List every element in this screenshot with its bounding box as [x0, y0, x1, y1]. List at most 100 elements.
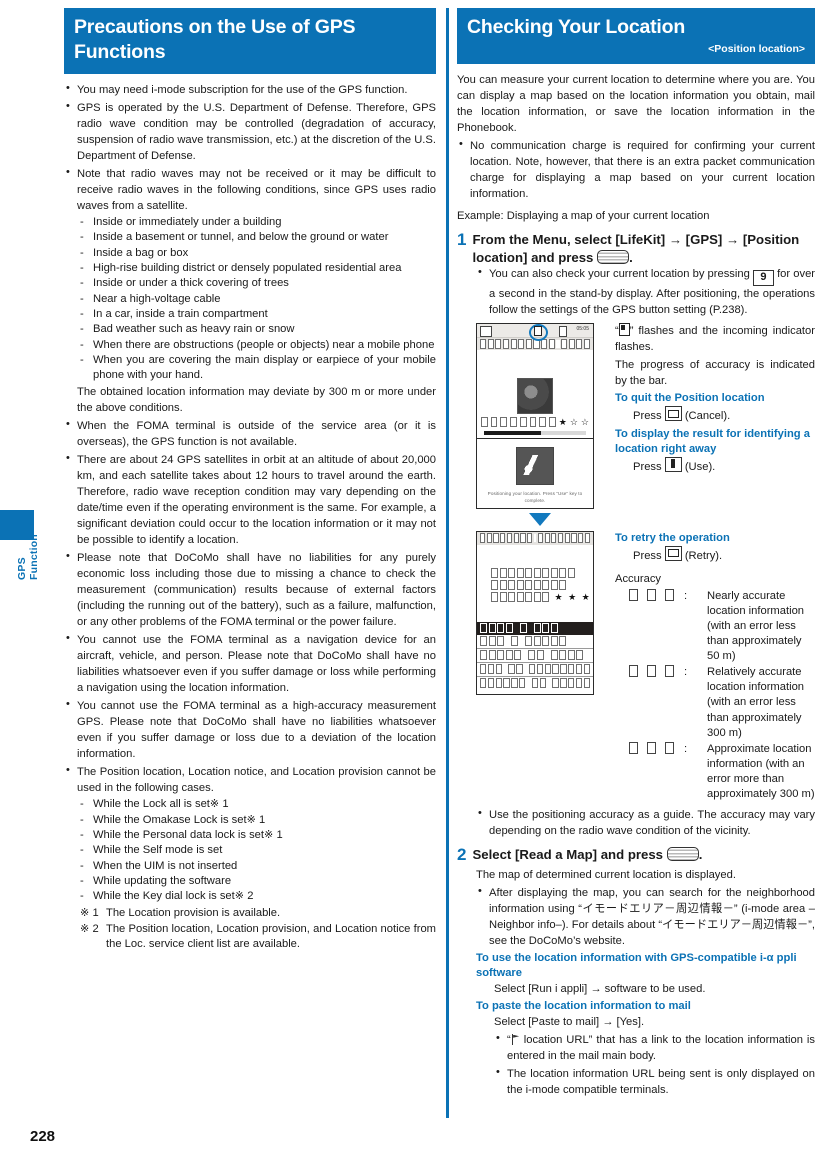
- screenshot-block-1: 05:05 ★ ☆ ☆ Positioning your location. P…: [476, 322, 815, 529]
- step-1: 1 From the Menu, select [LifeKit] → [GPS…: [457, 231, 815, 266]
- shot-1-annotations: “” flashes and the incoming indicator fl…: [604, 322, 815, 529]
- list-item: The location information URL being sent …: [494, 1065, 815, 1098]
- accuracy-stars-2: :: [615, 665, 707, 741]
- battery-icon: [559, 325, 567, 337]
- accuracy-description: Nearly accurate location information (wi…: [707, 589, 805, 663]
- list-item[interactable]: [477, 649, 593, 663]
- shot-1-caption-text: ” flashes and the incoming indicator fla…: [615, 324, 815, 353]
- list-item: The Position location, Location notice, …: [64, 763, 436, 953]
- step-instruction-period: .: [698, 847, 703, 863]
- phone-caption-text: Positioning your location. Press “Use” k…: [487, 490, 583, 503]
- list-item: You cannot use the FOMA terminal as a hi…: [64, 697, 436, 762]
- list-item: In a car, inside a train compartment: [77, 307, 436, 323]
- footnote: ※ 1 The Location provision is available.: [77, 906, 436, 921]
- mail-key-icon: [664, 406, 682, 422]
- step-number: 1: [457, 230, 467, 250]
- list-item: While the Key dial lock is set※ 2: [77, 889, 436, 905]
- press-label: Press: [633, 461, 662, 474]
- list-item: You may need i-mode subscription for the…: [64, 81, 436, 98]
- satellite-icon: [517, 377, 553, 414]
- accuracy-stars-1: :: [615, 741, 707, 802]
- phone-title-text-2: [477, 532, 593, 544]
- list-item-text: location URL” that has a link to the loc…: [507, 1034, 815, 1063]
- list-item: Near a high-voltage cable: [77, 292, 436, 308]
- list-item: While updating the software: [77, 874, 436, 890]
- star-filled-icon: ★: [554, 591, 563, 602]
- list-item[interactable]: [477, 663, 593, 677]
- progress-bar-track: [484, 430, 586, 435]
- display-result-body: Press (Use).: [633, 457, 815, 476]
- list-item[interactable]: [477, 677, 593, 690]
- phone-title-bar-2: [477, 531, 593, 545]
- list-item: When the UIM is not inserted: [77, 859, 436, 875]
- footnote-text: The Location provision is available.: [106, 906, 281, 919]
- list-item-text-a: You can also check your current location…: [489, 267, 750, 280]
- step-instruction-period: .: [629, 249, 633, 265]
- list-item: While the Self mode is set: [77, 843, 436, 859]
- quit-position-location-body: Press (Cancel).: [633, 406, 815, 425]
- phone-status-time: 05:05: [576, 325, 589, 332]
- step-1-body: You can also check your current location…: [476, 265, 815, 839]
- list-item: While the Lock all is set※ 1: [77, 797, 436, 813]
- column-divider: [446, 8, 449, 1118]
- list-item: High-rise building district or densely p…: [77, 261, 436, 277]
- right-heading-subtitle: <Position location>: [708, 42, 805, 55]
- list-item-selected[interactable]: [477, 621, 593, 635]
- right-section-header: Checking Your Location <Position locatio…: [457, 8, 815, 64]
- result-line-2: [477, 579, 593, 591]
- iappli-body: Select [Run i appli] → software to be us…: [494, 982, 706, 995]
- star-outline-icon: ☆: [569, 416, 578, 427]
- list-item: Inside or under a thick covering of tree…: [77, 276, 436, 292]
- step-instruction: From the Menu, select [LifeKit] → [GPS] …: [472, 231, 815, 266]
- star-outline-icon: ☆: [580, 416, 589, 427]
- list-item: Use the positioning accuracy as a guide.…: [476, 806, 815, 839]
- phone-status-bar: 05:05: [477, 323, 593, 341]
- list-item-text: The Position location, Location notice, …: [77, 766, 436, 795]
- list-item: When there are obstructions (people or o…: [77, 338, 436, 354]
- i-use-key-icon: [664, 457, 682, 473]
- gps-indicator-icon: [618, 322, 630, 336]
- press-label: Press: [633, 549, 662, 562]
- step-2-bullets: After displaying the map, you can search…: [476, 884, 815, 949]
- list-item[interactable]: [477, 635, 593, 649]
- flow-arrow-down-icon: [529, 512, 551, 526]
- star-filled-icon: ★: [581, 591, 590, 602]
- example-line: Example: Displaying a map of your curren…: [457, 210, 710, 223]
- flag-icon: [511, 1034, 520, 1046]
- step-instruction-text: Select [Read a Map] and press: [472, 847, 664, 863]
- table-row: : Approximate location information (with…: [615, 741, 815, 802]
- accuracy-note-list: Use the positioning accuracy as a guide.…: [476, 806, 815, 839]
- phone-screens-column-2: ★ ★ ★: [476, 530, 604, 803]
- step-1-bullets: You can also check your current location…: [476, 265, 815, 318]
- list-item: Inside or immediately under a building: [77, 215, 436, 231]
- list-item-text: Note that radio waves may not be receive…: [77, 167, 436, 213]
- footnote: ※ 2 The Position location, Location prov…: [77, 922, 436, 953]
- accuracy-heading: Accuracy: [615, 572, 662, 585]
- screenshot-block-2: ★ ★ ★ To retry the operation Press (Retr…: [476, 530, 815, 803]
- press-label: Press: [633, 410, 662, 423]
- result-line-3-stars: ★ ★ ★: [477, 591, 593, 604]
- step-instruction-text: From the Menu, select [LifeKit] → [GPS] …: [472, 232, 800, 265]
- shot-1-caption: “” flashes and the incoming indicator fl…: [615, 322, 815, 355]
- center-key-icon: [666, 847, 699, 862]
- footnote-mark: ※ 2: [80, 922, 99, 935]
- right-column: Checking Your Location <Position locatio…: [457, 8, 815, 1100]
- list-item: After displaying the map, you can search…: [476, 884, 815, 949]
- iappli-heading: To use the location information with GPS…: [476, 952, 797, 980]
- step-instruction: Select [Read a Map] and press .: [472, 846, 815, 863]
- paste-mail-body: Select [Paste to mail] → [Yes].: [494, 1015, 645, 1028]
- list-item: While the Omakase Lock is set※ 1: [77, 813, 436, 829]
- key-function-label: (Cancel).: [684, 410, 731, 423]
- phone-screenshot-result: ★ ★ ★: [476, 530, 594, 695]
- mail-key-icon: [664, 545, 682, 561]
- list-item: No communication charge is required for …: [457, 137, 815, 202]
- gps-flashing-icon: [534, 326, 542, 337]
- key-function-label: (Retry).: [684, 549, 723, 562]
- phone-screens-column: 05:05 ★ ☆ ☆ Positioning your location. P…: [476, 322, 604, 529]
- retry-operation-body: Press (Retry).: [633, 545, 815, 565]
- progress-bar-fill: [484, 430, 542, 435]
- right-heading-title: Checking Your Location: [467, 16, 686, 38]
- left-column: Precautions on the Use of GPS Functions …: [64, 8, 436, 955]
- accuracy-stars-row: ★ ☆ ☆: [477, 416, 593, 429]
- paste-mail-heading: To paste the location information to mai…: [476, 1000, 691, 1013]
